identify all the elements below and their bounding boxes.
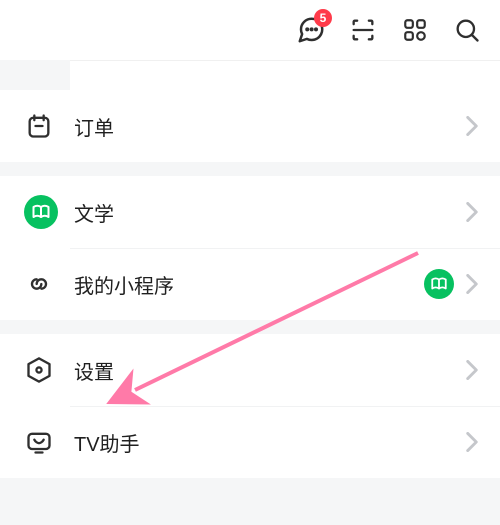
group-two: 文学 我的小程序 [0, 176, 500, 320]
chevron-right-icon [466, 360, 478, 380]
row-settings[interactable]: 设置 [0, 334, 500, 406]
scan-button[interactable] [348, 15, 378, 45]
spacer [70, 60, 500, 90]
header-bar: 5 [0, 0, 500, 60]
messages-badge: 5 [314, 9, 332, 27]
chevron-right-icon [466, 274, 478, 294]
scan-icon [349, 16, 377, 44]
row-label: 文学 [74, 198, 466, 227]
chevron-right-icon [466, 432, 478, 452]
row-orders[interactable]: 订单 [0, 90, 500, 162]
tv-icon [24, 427, 54, 457]
apps-button[interactable] [400, 15, 430, 45]
row-label: 设置 [74, 356, 466, 385]
settings-icon [24, 355, 54, 385]
chevron-right-icon [466, 202, 478, 222]
row-label: 我的小程序 [74, 270, 424, 299]
group-three: 设置 TV助手 [0, 334, 500, 478]
row-mini-apps[interactable]: 我的小程序 [0, 248, 500, 320]
chevron-right-icon [466, 116, 478, 136]
book-icon [24, 195, 58, 229]
apps-icon [402, 17, 428, 43]
orders-icon [24, 111, 54, 141]
row-tv-helper[interactable]: TV助手 [0, 406, 500, 478]
miniapps-icon [24, 269, 54, 299]
search-button[interactable] [452, 15, 482, 45]
group-orders: 订单 [0, 90, 500, 162]
row-literature[interactable]: 文学 [0, 176, 500, 248]
row-label: 订单 [74, 112, 466, 141]
search-icon [453, 16, 481, 44]
row-label: TV助手 [74, 428, 466, 457]
recent-app-icon [424, 269, 454, 299]
messages-button[interactable]: 5 [296, 15, 326, 45]
